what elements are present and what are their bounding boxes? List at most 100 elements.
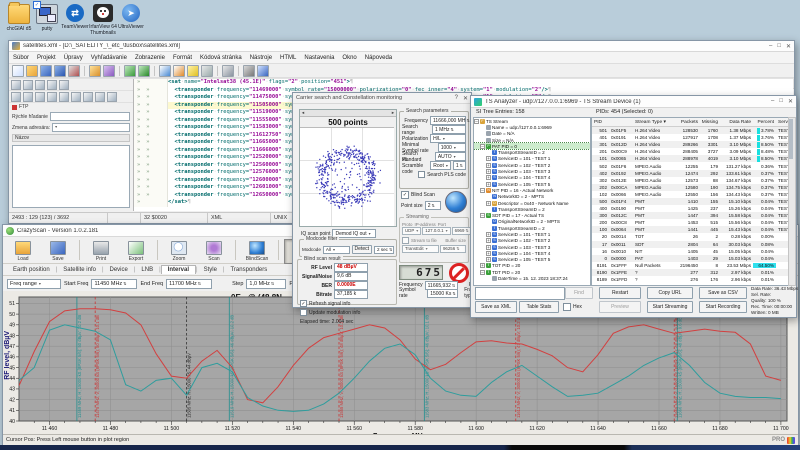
fold-gutter[interactable]: »» [134,102,168,110]
expand-icon[interactable]: + [486,257,491,262]
carrier-titlebar[interactable]: Carrier search and Constellation monitor… [293,93,471,104]
menu-nastavenia[interactable]: Nastavenia [304,55,334,61]
load-button[interactable]: Load [7,239,39,264]
tab-interval[interactable]: Interval [161,265,196,274]
fold-gutter[interactable]: »» [134,117,168,125]
help-icon[interactable] [257,65,269,77]
table-row[interactable]: 1000x0064PMT144144515.43 kbps0.04%TEST 1 [592,226,788,233]
buffer-size-field[interactable]: 96256 [440,245,466,253]
save-as-csv-button[interactable]: Save as CSV [699,287,747,299]
open-file-icon[interactable] [26,65,38,77]
table-row[interactable]: 4000x0190PMT142523715.26 kbps0.04%TEST 4 [592,205,788,212]
new-file-icon[interactable] [12,65,24,77]
column-header-missing[interactable]: Missing [700,120,720,125]
desktop-icon-irfanview-thumbnails[interactable]: IrfanView 64 Thumbnails [88,4,118,36]
table-stats-button[interactable]: Table Stats [519,301,559,313]
table-row[interactable]: 3000x012CPMT144739415.58 kbps0.04%TEST 3 [592,212,788,219]
redo-icon[interactable] [138,65,150,77]
fold-gutter[interactable]: »» [134,184,168,192]
close-icon[interactable]: ✕ [788,98,793,105]
replace-icon[interactable] [173,65,185,77]
pspad-titlebar[interactable]: satellites.xml - [D:\_SATELITY_\_etc_\tu… [9,41,794,52]
menu-n-stroje[interactable]: Nástroje [250,55,272,61]
column-header-stream-type[interactable]: Stream Type ▾ [633,120,673,125]
tab-style[interactable]: Style [198,266,223,274]
table-row[interactable]: 1010x0065H.264 Video28897840193.10 Mbps8… [592,155,788,162]
table-scrollbar[interactable] [788,117,796,286]
name-column-header[interactable]: Názov [12,134,130,142]
pls-mode-combo[interactable]: Root [430,161,451,170]
fold-gutter[interactable]: » [134,199,168,207]
menu-n-poveda[interactable]: Nápoveda [365,55,392,61]
tsa-titlebar[interactable]: TS Analyzer - udp://127.0.0.1:6969 - TS … [471,96,796,108]
table-row[interactable]: 5010x01F5H.264 Video12853017601.38 Mbps3… [592,127,788,134]
folder-icon[interactable] [107,92,117,102]
stream-to-file-checkbox[interactable] [402,237,409,244]
table-row[interactable]: 200x0014TOT2620.28 kbps0.00% [592,233,788,240]
export-button[interactable]: Export [120,239,152,264]
minimize-icon[interactable]: – [771,98,774,105]
scroll-left-icon[interactable]: ◄ [301,110,305,116]
search-standard-field[interactable]: AUTO [435,152,466,161]
table-row[interactable]: 2000x00C8PMT145351515.56 kbps0.04%TEST 2 [592,219,788,226]
collapse-icon[interactable]: – [474,119,479,124]
hex-checkbox[interactable] [563,303,571,311]
port-field[interactable]: 6969 [452,227,472,235]
expand-icon[interactable]: + [486,201,491,206]
blindscan-button[interactable]: BlindScan [241,239,273,264]
find-button[interactable]: Find [565,287,593,299]
upload-icon[interactable] [47,92,57,102]
pid-table[interactable]: PIDStream Type ▾PacketsMissingData RateP… [591,117,789,286]
si-tree[interactable]: –FTS StreamName = udp://127.0.0.1:6969Da… [473,117,591,286]
expand-icon[interactable]: + [486,175,491,180]
tab-device[interactable]: Device [104,266,134,274]
maximize-icon[interactable]: □ [779,98,783,105]
table-row[interactable]: 2020x00CAMPEG Audio12580190134.75 kbps0.… [592,184,788,191]
expand-icon[interactable]: + [486,156,491,161]
close-icon[interactable]: ✕ [463,95,468,102]
minimize-icon[interactable]: – [769,43,772,50]
connect-icon[interactable] [11,92,21,102]
delete-icon[interactable] [83,92,93,102]
menu-html[interactable]: HTML [280,55,296,61]
search-range-field[interactable]: 1 MHz [432,125,466,134]
zoom-button[interactable]: Zoom [163,239,195,264]
blind-scan-checkbox[interactable]: ✓ [401,191,409,199]
fold-gutter[interactable]: »» [134,109,168,117]
file-list[interactable] [12,145,130,208]
desktop-icon-teamviewer[interactable]: ⇄TeamViewer [60,4,90,30]
table-row[interactable]: 2010x00C9H.264 Video28840537273.09 Mbps8… [592,148,788,155]
table-row[interactable]: 81900x1FFE?2773122.97 kbps0.01% [592,269,788,276]
fold-gutter[interactable]: »» [134,192,168,200]
table-row[interactable]: 3020x012EMPEG Audio1257388134.67 kbps0.3… [592,177,788,184]
start-recording-button[interactable]: Start Recording [699,301,747,313]
help-icon[interactable]: ? [455,95,458,102]
collapse-icon[interactable]: – [480,188,485,193]
expand-icon[interactable]: + [486,163,491,168]
find-icon[interactable] [159,65,171,77]
menu-s-bor[interactable]: Súbor [13,55,29,61]
refresh-icon[interactable] [35,92,45,102]
menu-vyh-ad-vanie[interactable]: Vyhľadávanie [91,55,127,61]
pls-code-field[interactable]: 1 [453,161,466,170]
proto-combo[interactable]: UDP [402,227,421,235]
minimal-symbol-rate-field[interactable]: 1000 [438,143,466,152]
table-row[interactable]: 170x0011SDT28046430.03 kbps0.08% [592,241,788,248]
scan-button[interactable]: Scan [198,239,230,264]
table-row[interactable]: 5000x01F4PMT141015515.10 kbps0.04%TEST 5 [592,198,788,205]
expand-icon[interactable]: + [486,245,491,250]
step-field[interactable]: 1,0 MHz [246,279,286,289]
fold-gutter[interactable]: »» [134,132,168,140]
save-all-icon[interactable] [54,65,66,77]
maximize-icon[interactable]: □ [777,43,781,50]
scroll-right-icon[interactable]: ► [391,110,395,116]
tab-transponders[interactable]: Transponders [224,266,273,274]
table-header-row[interactable]: PIDStream Type ▾PacketsMissingData RateP… [592,118,788,127]
templates-icon[interactable] [103,65,115,77]
menu-form-t[interactable]: Formát [173,55,192,61]
column-header-pid[interactable]: PID [592,120,609,125]
equal-icon[interactable] [59,92,69,102]
menu-k-dov-str-nka[interactable]: Kódová stránka [200,55,242,61]
grid-icon[interactable] [35,80,45,90]
abort-icon[interactable] [95,92,105,102]
